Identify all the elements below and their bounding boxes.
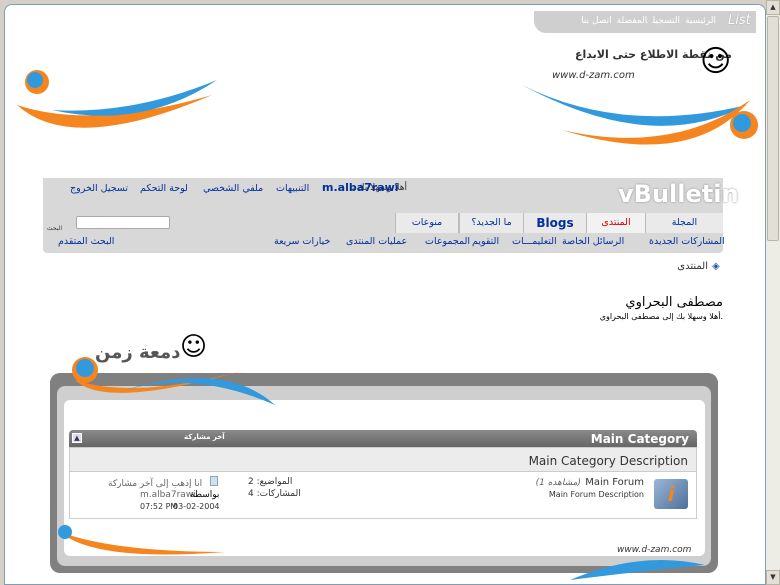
sublink-quick-links[interactable]: خيارات سريعة: [274, 236, 330, 247]
breadcrumb[interactable]: المنتدى: [640, 261, 708, 272]
scroll-down-icon[interactable]: ▼: [766, 570, 780, 585]
footer-url: www.d-zam.com: [617, 545, 692, 555]
tab-misc[interactable]: منوعات: [395, 213, 459, 233]
footer-swoosh-left: [58, 525, 225, 555]
category-header: ▲ آخر مشاركة Main Category: [69, 430, 697, 447]
page-subtitle: أهلا وسهلا بك إلى مصطفى البحراوي.: [599, 312, 723, 321]
header-swoosh-left: [17, 70, 217, 128]
sublink-new-posts[interactable]: المشاركات الجديدة: [649, 236, 725, 247]
search-button[interactable]: البحث: [44, 225, 62, 232]
collapse-icon[interactable]: ▲: [72, 433, 82, 443]
sublink-private-messages[interactable]: الرسائل الخاصة: [562, 236, 624, 247]
list-label: List: [728, 13, 751, 28]
forum-logo: دمعة زمن: [95, 342, 181, 363]
last-post-link[interactable]: انا إذهب إلى آخر مشاركة: [108, 479, 202, 489]
last-post-user[interactable]: m.alba7rawi: [140, 490, 196, 500]
usercp-link[interactable]: لوحة التحكم: [140, 183, 188, 194]
notifications-link[interactable]: التنبيهات: [276, 183, 309, 194]
category-title[interactable]: Main Category: [591, 432, 689, 446]
scrollbar-thumb[interactable]: [767, 16, 779, 241]
logout-link[interactable]: تسجيل الخروج: [70, 183, 128, 194]
scroll-up-icon[interactable]: ▲: [766, 0, 780, 15]
tab-magazine[interactable]: المجلة: [645, 213, 723, 233]
threads-count: المواضيع: 2: [248, 477, 293, 487]
forum-viewers: (1 مشاهده): [535, 478, 581, 488]
sublink-forum-actions[interactable]: عمليات المنتدى: [346, 236, 407, 247]
forum-status-icon: i: [654, 479, 688, 509]
search-input[interactable]: [76, 216, 170, 229]
advanced-search-link[interactable]: البحث المتقدم: [58, 236, 114, 247]
mascot-icon: ☺: [180, 332, 208, 362]
top-link-register[interactable]: التسجيل: [653, 16, 681, 26]
top-links: الرئيسية التسجيل المفضلة اتصل بنا: [534, 11, 756, 33]
tab-blogs[interactable]: Blogs: [523, 213, 586, 233]
page-title: مصطفى البحراوي: [625, 295, 723, 310]
tab-forum[interactable]: المنتدى: [586, 213, 645, 233]
forum-name-link[interactable]: Main Forum: [585, 477, 644, 488]
last-post-time: 07:52 PM: [140, 502, 178, 511]
forum-row: i Main Forum (1 مشاهده) Main Forum Descr…: [69, 472, 697, 519]
category-description: Main Category Description: [69, 447, 697, 472]
vbulletin-logo: vBulletin: [618, 180, 739, 208]
sublink-calendar[interactable]: التقويم: [472, 236, 499, 247]
forum-description: Main Forum Description: [548, 490, 644, 499]
last-post-by: بواسطة: [190, 490, 220, 500]
sublink-faq[interactable]: التعليمـــات: [512, 236, 557, 247]
posts-count: المشاركات: 4: [248, 489, 301, 499]
top-link-favorites[interactable]: المفضلة: [617, 16, 648, 26]
top-link-contact[interactable]: اتصل بنا: [581, 16, 611, 26]
mascot-icon: ☺: [700, 44, 732, 79]
sublink-groups[interactable]: المجموعات: [425, 236, 470, 247]
header-swoosh-right: [522, 85, 758, 145]
last-post-header: آخر مشاركة: [184, 433, 225, 441]
top-link-home[interactable]: الرئيسية: [685, 16, 716, 26]
document-icon: [210, 476, 218, 486]
site-url: www.d-zam.com: [552, 70, 635, 81]
breadcrumb-icon: ◈: [712, 261, 720, 272]
last-post-date: 03-02-2004: [173, 502, 220, 511]
username-link[interactable]: m.alba7rawi: [322, 181, 399, 194]
profile-link[interactable]: ملفي الشخصي: [203, 183, 263, 194]
tab-whats-new[interactable]: ما الجديد؟: [459, 213, 523, 233]
